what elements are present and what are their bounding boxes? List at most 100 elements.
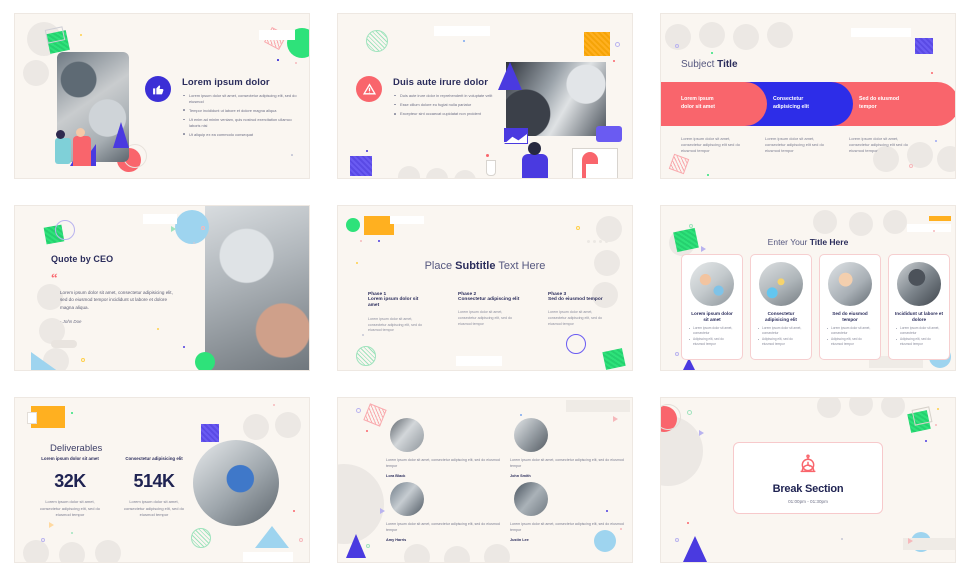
decor-dot [707, 174, 709, 176]
slide-7-deliverables[interactable]: Deliverables Lorem ipsum dolor sit amet … [14, 397, 310, 563]
slide-cell-3[interactable]: Subject Title Lorem ipsum dolor sit amet… [646, 0, 969, 192]
decor-square-purple [350, 156, 372, 176]
bullet-item: Ut aliquip ex ea commodo consequat [182, 132, 300, 138]
thumbs-up-icon [145, 76, 171, 102]
member-name: Amy Harris [386, 538, 407, 543]
decor-bubble [596, 126, 622, 142]
slide-1-icon-bullets[interactable]: Lorem ipsum dolor Lorem ipsum dolor sit … [14, 13, 310, 179]
quote-mark-icon: “ [51, 270, 58, 285]
decor-ring [675, 538, 679, 542]
stat-2: Consectetur adipisicing elit 514K Lorem … [119, 456, 189, 519]
decor-dot [366, 430, 368, 432]
card-4[interactable]: Incididunt ut labore et dolore Lorem ips… [888, 254, 950, 360]
card-2[interactable]: Consectetur adipisicing elit Lorem ipsum… [750, 254, 812, 360]
decor-circle [883, 210, 907, 234]
card-bullets: Lorem ipsum dolor sit amet, consectetur … [895, 326, 943, 346]
card-photo [690, 262, 734, 306]
title-part-1: Place [424, 260, 456, 272]
decor-dot [71, 532, 73, 534]
decor-arrow [113, 122, 129, 148]
title-bold: Title Here [809, 237, 849, 247]
bullet-item: Esse cillum dolore eu fugiat nulla paria… [393, 102, 503, 108]
slide-cell-7[interactable]: Deliverables Lorem ipsum dolor sit amet … [0, 384, 323, 576]
slide-photo [205, 206, 309, 370]
decor-circle [813, 210, 837, 234]
decor-bar [907, 224, 951, 232]
slide-3-subject-pills[interactable]: Subject Title Lorem ipsum dolor sit amet… [660, 13, 956, 179]
stat-value: 32K [54, 471, 86, 492]
slide-9-break[interactable]: Break Section 01:00pm - 01:30pm [660, 397, 956, 563]
phase-3: Phase 3 Sed do eiusmod tempor Lorem ipsu… [548, 292, 610, 334]
member-4[interactable]: Lorem ipsum dolor sit amet, consectetur … [510, 482, 628, 542]
decor-ring [909, 164, 913, 168]
member-grid: Lorem ipsum dolor sit amet, consectetur … [386, 418, 628, 542]
card-3[interactable]: Sed do eiusmod tempor Lorem ipsum dolor … [819, 254, 881, 360]
member-3[interactable]: Lorem ipsum dolor sit amet, consectetur … [386, 482, 504, 542]
avatar [514, 482, 548, 517]
decor-bar [434, 26, 490, 36]
phase-heading: Lorem ipsum dolor sit amet [368, 297, 419, 309]
member-name: John Smith [510, 474, 531, 479]
slide-7-title: Deliverables [50, 438, 102, 456]
card-1[interactable]: Lorem ipsum dolor sit amet Lorem ipsum d… [681, 254, 743, 360]
decor-square-purple [201, 424, 219, 442]
decor-head-2 [76, 128, 85, 137]
card-photo [897, 262, 941, 306]
slide-cell-1[interactable]: Lorem ipsum dolor Lorem ipsum dolor sit … [0, 0, 323, 192]
decor-ring [201, 226, 205, 230]
pill-row: Lorem ipsum dolor sit amet Consectetur a… [661, 82, 955, 126]
decor-ring [366, 544, 370, 548]
member-text: Lorem ipsum dolor sit amet, consectetur … [510, 458, 624, 468]
decor-dots [587, 240, 608, 243]
card-bullet: Lorem ipsum dolor sit amet, consectetur [757, 326, 805, 335]
slide-5-phases[interactable]: Place Subtitle Text Here Phase 1 Lorem i… [337, 205, 633, 371]
decor-head [56, 130, 65, 139]
avatar [390, 482, 424, 517]
decor-ring [615, 42, 620, 47]
slide-cell-9[interactable]: Break Section 01:00pm - 01:30pm [646, 384, 969, 576]
card-bullets: Lorem ipsum dolor sit amet, consectetur … [757, 326, 805, 346]
decor-ring-green [356, 346, 376, 366]
decor-head [528, 142, 541, 155]
card-bullets: Lorem ipsum dolor sit amet, consectetur … [826, 326, 874, 346]
decor-circle [426, 168, 448, 178]
stat-1: Lorem ipsum dolor sit amet 32K Lorem ips… [35, 456, 105, 519]
decor-square-orange [584, 32, 610, 56]
slide-5-title: Place Subtitle Text Here [338, 256, 632, 274]
slide-title: Lorem ipsum dolor [182, 77, 270, 88]
avatar [390, 418, 424, 452]
slide-cell-8[interactable]: Lorem ipsum dolor sit amet, consectetur … [323, 384, 646, 576]
slide-6-title: Enter Your Title Here [661, 232, 955, 250]
decor-circle [59, 542, 85, 562]
slide-8-team[interactable]: Lorem ipsum dolor sit amet, consectetur … [337, 397, 633, 563]
member-text: Lorem ipsum dolor sit amet, consectetur … [386, 522, 500, 532]
decor-circle [817, 398, 841, 418]
slide-title: Deliverables [50, 443, 103, 454]
pill-1[interactable]: Lorem ipsum dolor sit amet [661, 82, 767, 126]
decor-dot [362, 334, 364, 336]
card-bullet: Lorem ipsum dolor sit amet, consectetur [688, 326, 736, 335]
slide-cell-2[interactable]: Duis aute irure dolor Duis aute irure do… [323, 0, 646, 192]
bullet-item: Ut enim ad minim veniam, quis nostrud ex… [182, 117, 300, 128]
member-2[interactable]: Lorem ipsum dolor sit amet, consectetur … [510, 418, 628, 478]
slide-cell-5[interactable]: Place Subtitle Text Here Phase 1 Lorem i… [323, 192, 646, 384]
slide-2-warning-bullets[interactable]: Duis aute irure dolor Duis aute irure do… [337, 13, 633, 179]
slide-4-quote[interactable]: Quote by CEO “ Lorem ipsum dolor sit ame… [14, 205, 310, 371]
member-1[interactable]: Lorem ipsum dolor sit amet, consectetur … [386, 418, 504, 478]
decor-circle [95, 540, 121, 562]
decor-circle [767, 22, 793, 48]
slide-cell-4[interactable]: Quote by CEO “ Lorem ipsum dolor sit ame… [0, 192, 323, 384]
decor-circle [454, 170, 476, 178]
pill-3-label: Sed do eiusmod tempor [859, 96, 900, 110]
slide-6-four-cards[interactable]: Enter Your Title Here Lorem ipsum dolor … [660, 205, 956, 371]
break-card: Break Section 01:00pm - 01:30pm [733, 442, 883, 514]
phase-body: Lorem ipsum dolor sit amet, consectetur … [548, 310, 602, 326]
slide-cell-6[interactable]: Enter Your Title Here Lorem ipsum dolor … [646, 192, 969, 384]
warning-icon [356, 76, 382, 102]
decor-bar [456, 356, 502, 366]
alarm-clock-icon [797, 453, 819, 480]
decor-circle [937, 146, 955, 172]
card-bullet: Lorem ipsum dolor sit amet, consectetur [895, 326, 943, 335]
decor-triangle [171, 226, 176, 232]
phase-1: Phase 1 Lorem ipsum dolor sit amet Lorem… [368, 292, 430, 334]
